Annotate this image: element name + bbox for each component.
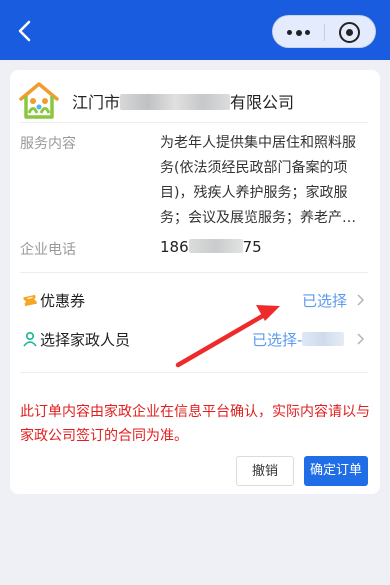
service-content: 为老年人提供集中居住和照料服 务(依法须经民政部门备案的项 目)，残疾人养护服务… bbox=[160, 131, 372, 231]
target-dot bbox=[346, 29, 353, 36]
service-line: 务(依法须经民政部门备案的项 bbox=[160, 160, 348, 176]
mini-program-capsule bbox=[272, 15, 376, 48]
more-dot bbox=[305, 30, 310, 35]
service-label: 服务内容 bbox=[20, 136, 76, 152]
service-line: 为老年人提供集中居住和照料服 bbox=[160, 135, 356, 151]
redacted-text bbox=[120, 94, 231, 110]
coupon-icon bbox=[23, 294, 37, 307]
divider bbox=[20, 122, 368, 123]
back-button[interactable] bbox=[14, 18, 38, 44]
more-dot bbox=[296, 29, 302, 36]
company-name-prefix: 江门市 bbox=[72, 93, 121, 112]
header-bar bbox=[0, 0, 390, 60]
divider bbox=[20, 372, 368, 373]
cancel-button[interactable]: 撤销 bbox=[236, 456, 294, 486]
chevron-left-icon bbox=[18, 20, 31, 42]
service-line: 目)，残疾人养护服务；家政服 bbox=[160, 185, 348, 201]
company-name-suffix: 有限公司 bbox=[230, 93, 295, 112]
more-dots-icon bbox=[287, 30, 292, 35]
redacted-text bbox=[188, 239, 243, 253]
staff-title: 选择家政人员 bbox=[40, 331, 131, 349]
coupon-row[interactable]: 优惠券 已选择 bbox=[10, 285, 380, 315]
confirm-order-button[interactable]: 确定订单 bbox=[304, 456, 368, 486]
notice-line: 此订单内容由家政企业在信息平台确认，实际内容请以与 bbox=[20, 404, 370, 420]
company-logo bbox=[19, 82, 59, 119]
service-line: 务；会议及展览服务；养老产… bbox=[160, 210, 356, 226]
staff-value-text: 已选择- bbox=[252, 331, 303, 349]
company-name: 江门市 有限公司 bbox=[72, 89, 294, 113]
notice-line: 家政公司签订的合同为准。 bbox=[20, 428, 188, 444]
coupon-value: 已选择 bbox=[302, 292, 348, 310]
more-button[interactable] bbox=[273, 16, 324, 49]
close-button[interactable] bbox=[325, 16, 377, 49]
phone-suffix: 75 bbox=[242, 238, 262, 256]
redacted-text bbox=[302, 332, 345, 346]
phone-label: 企业电话 bbox=[20, 242, 76, 258]
staff-row[interactable]: 选择家政人员 已选择- bbox=[10, 324, 380, 354]
phone-value: 186 75 bbox=[160, 238, 262, 256]
staff-value: 已选择- bbox=[252, 329, 345, 350]
notice-text: 此订单内容由家政企业在信息平台确认，实际内容请以与 家政公司签订的合同为准。 bbox=[20, 400, 372, 448]
chevron-right-icon bbox=[357, 294, 365, 306]
person-icon bbox=[23, 331, 37, 347]
coupon-title: 优惠券 bbox=[40, 292, 86, 310]
phone-prefix: 186 bbox=[160, 238, 189, 256]
chevron-right-icon bbox=[357, 333, 365, 345]
divider bbox=[20, 272, 368, 273]
